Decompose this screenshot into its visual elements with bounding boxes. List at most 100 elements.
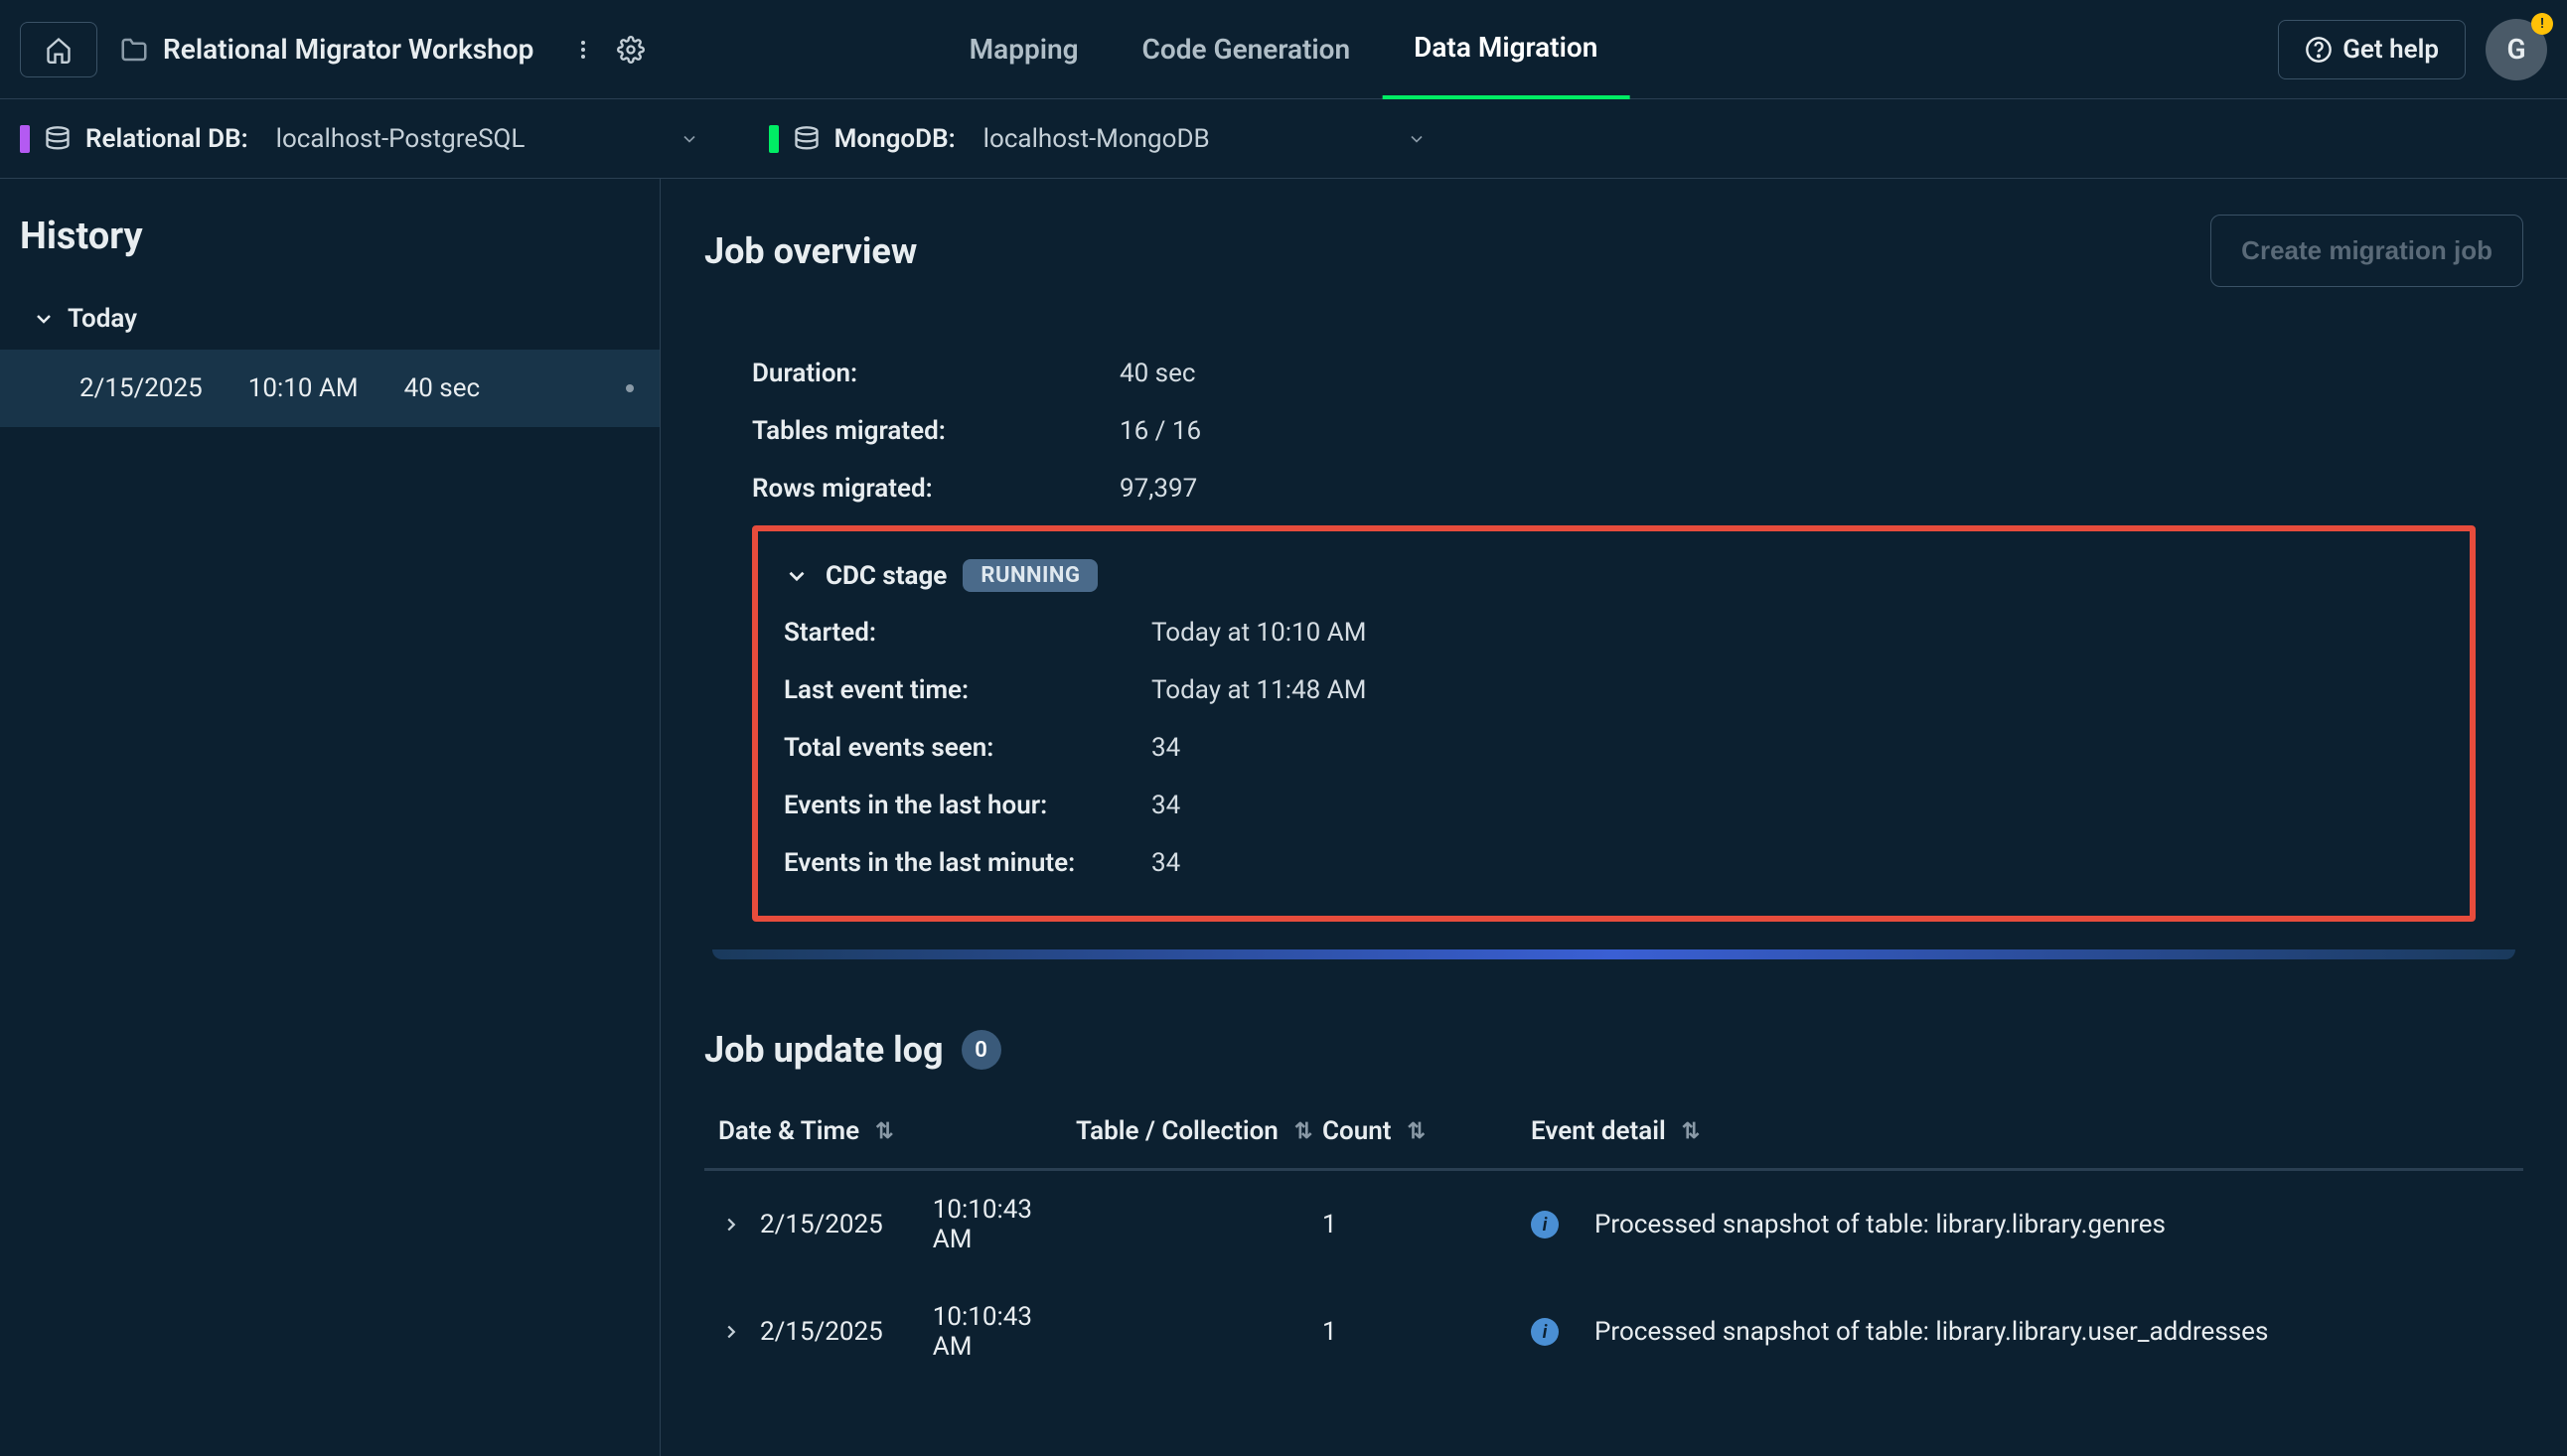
log-cell-count: 1 [1322, 1210, 1531, 1239]
history-sidebar: History Today 2/15/2025 10:10 AM 40 sec [0, 179, 661, 1456]
get-help-button[interactable]: Get help [2278, 20, 2466, 79]
col-header-count[interactable]: Count ⇅ [1322, 1116, 1531, 1146]
expand-row-button[interactable] [720, 1321, 742, 1343]
relational-indicator-icon [20, 125, 30, 153]
log-header: Job update log 0 [704, 1029, 2523, 1071]
cdc-row: Last event time: Today at 11:48 AM [784, 661, 2444, 719]
relational-label: Relational DB: [85, 124, 248, 154]
relational-value: localhost-PostgreSQL [276, 124, 526, 154]
avatar[interactable]: G ! [2486, 19, 2547, 80]
chevron-right-icon [720, 1321, 742, 1343]
chevron-down-icon [1407, 129, 1427, 149]
log-cell-datetime: 2/15/2025 10:10:43 AM [718, 1195, 1076, 1254]
home-icon [45, 36, 73, 64]
cdc-row: Started: Today at 10:10 AM [784, 604, 2444, 661]
overview-header: Job overview Create migration job [704, 215, 2523, 287]
sort-icon: ⇅ [1407, 1119, 1425, 1144]
log-time: 10:10:43 AM [933, 1302, 1076, 1362]
history-item-date: 2/15/2025 [79, 373, 203, 403]
settings-button[interactable] [607, 26, 655, 73]
overview-value: 16 / 16 [1120, 416, 1201, 446]
overview-title: Job overview [704, 230, 917, 272]
connection-bar: Relational DB: localhost-PostgreSQL Mong… [0, 99, 2567, 179]
cdc-value: Today at 10:10 AM [1151, 618, 1366, 648]
mongodb-value: localhost-MongoDB [983, 124, 1210, 154]
relational-db-dropdown[interactable]: localhost-PostgreSQL [262, 124, 719, 154]
info-icon: i [1531, 1318, 1559, 1346]
cdc-stage-panel: CDC stage RUNNING Started: Today at 10:1… [752, 525, 2476, 922]
log-count-badge: 0 [962, 1030, 1001, 1070]
log-table: Date & Time ⇅ Table / Collection ⇅ Count… [704, 1098, 2523, 1385]
col-header-label: Event detail [1531, 1116, 1666, 1146]
status-dot-icon [626, 384, 634, 392]
chevron-right-icon [720, 1214, 742, 1236]
overview-row: Tables migrated: 16 / 16 [752, 402, 2476, 460]
col-header-detail[interactable]: Event detail ⇅ [1531, 1116, 2509, 1146]
alert-badge-icon: ! [2531, 13, 2553, 35]
overview-label: Rows migrated: [752, 474, 1120, 504]
tab-label: Mapping [970, 33, 1079, 66]
tab-mapping[interactable]: Mapping [938, 0, 1111, 99]
project-name: Relational Migrator Workshop [119, 33, 533, 66]
log-table-head: Date & Time ⇅ Table / Collection ⇅ Count… [704, 1098, 2523, 1171]
cdc-value: 34 [1151, 733, 1180, 763]
more-button[interactable] [559, 26, 607, 73]
log-date: 2/15/2025 [760, 1210, 883, 1239]
history-group-label: Today [68, 304, 137, 334]
log-cell-count: 1 [1322, 1317, 1531, 1347]
tab-code-generation[interactable]: Code Generation [1111, 0, 1383, 99]
col-header-table[interactable]: Table / Collection ⇅ [1076, 1116, 1322, 1146]
mongodb-label: MongoDB: [834, 124, 956, 154]
tab-label: Data Migration [1414, 31, 1597, 64]
history-group-toggle[interactable]: Today [0, 288, 660, 350]
chevron-down-icon [784, 563, 810, 589]
chevron-down-icon [680, 129, 699, 149]
tab-data-migration[interactable]: Data Migration [1382, 0, 1629, 99]
cdc-row: Events in the last minute: 34 [784, 834, 2444, 892]
gear-icon [617, 36, 645, 64]
overview-row: Duration: 40 sec [752, 345, 2476, 402]
avatar-initial: G [2506, 33, 2525, 66]
cdc-status-badge: RUNNING [963, 559, 1098, 592]
history-item[interactable]: 2/15/2025 10:10 AM 40 sec [0, 350, 660, 427]
chevron-down-icon [32, 307, 56, 331]
col-header-datetime[interactable]: Date & Time ⇅ [718, 1116, 1076, 1146]
sort-icon: ⇅ [875, 1119, 893, 1144]
cdc-label: Events in the last minute: [784, 848, 1151, 878]
mongodb-dropdown[interactable]: localhost-MongoDB [970, 124, 1446, 154]
project-name-text: Relational Migrator Workshop [163, 33, 533, 66]
main-content: Job overview Create migration job Durati… [661, 179, 2567, 1456]
cdc-label: Events in the last hour: [784, 791, 1151, 820]
top-bar: Relational Migrator Workshop Mapping Cod… [0, 0, 2567, 99]
help-icon [2305, 36, 2333, 64]
col-header-label: Count [1322, 1116, 1391, 1146]
col-header-label: Date & Time [718, 1116, 859, 1146]
overview-label: Tables migrated: [752, 416, 1120, 446]
overview-value: 97,397 [1120, 474, 1197, 504]
home-button[interactable] [20, 22, 97, 77]
overview-row: Rows migrated: 97,397 [752, 460, 2476, 517]
cdc-label: Started: [784, 618, 1151, 648]
cdc-row: Total events seen: 34 [784, 719, 2444, 777]
cdc-title: CDC stage [826, 561, 947, 591]
history-title: History [0, 215, 660, 288]
cdc-label: Last event time: [784, 675, 1151, 705]
overview-label: Duration: [752, 359, 1120, 388]
create-migration-job-button[interactable]: Create migration job [2210, 215, 2523, 287]
get-help-label: Get help [2342, 35, 2439, 65]
log-cell-datetime: 2/15/2025 10:10:43 AM [718, 1302, 1076, 1362]
tab-label: Code Generation [1142, 33, 1351, 66]
more-vertical-icon [571, 38, 595, 62]
mongodb-indicator-icon [769, 125, 779, 153]
log-detail-text: Processed snapshot of table: library.lib… [1594, 1210, 2166, 1239]
overview-value: 40 sec [1120, 359, 1196, 388]
log-date: 2/15/2025 [760, 1317, 883, 1347]
cdc-label: Total events seen: [784, 733, 1151, 763]
top-tabs: Mapping Code Generation Data Migration [938, 0, 1630, 99]
log-row: 2/15/2025 10:10:43 AM 1 i Processed snap… [704, 1171, 2523, 1278]
sort-icon: ⇅ [1682, 1119, 1700, 1144]
expand-row-button[interactable] [720, 1214, 742, 1236]
mongodb-group: MongoDB: localhost-MongoDB [769, 124, 1446, 154]
folder-icon [119, 35, 149, 65]
cdc-header[interactable]: CDC stage RUNNING [784, 547, 2444, 604]
